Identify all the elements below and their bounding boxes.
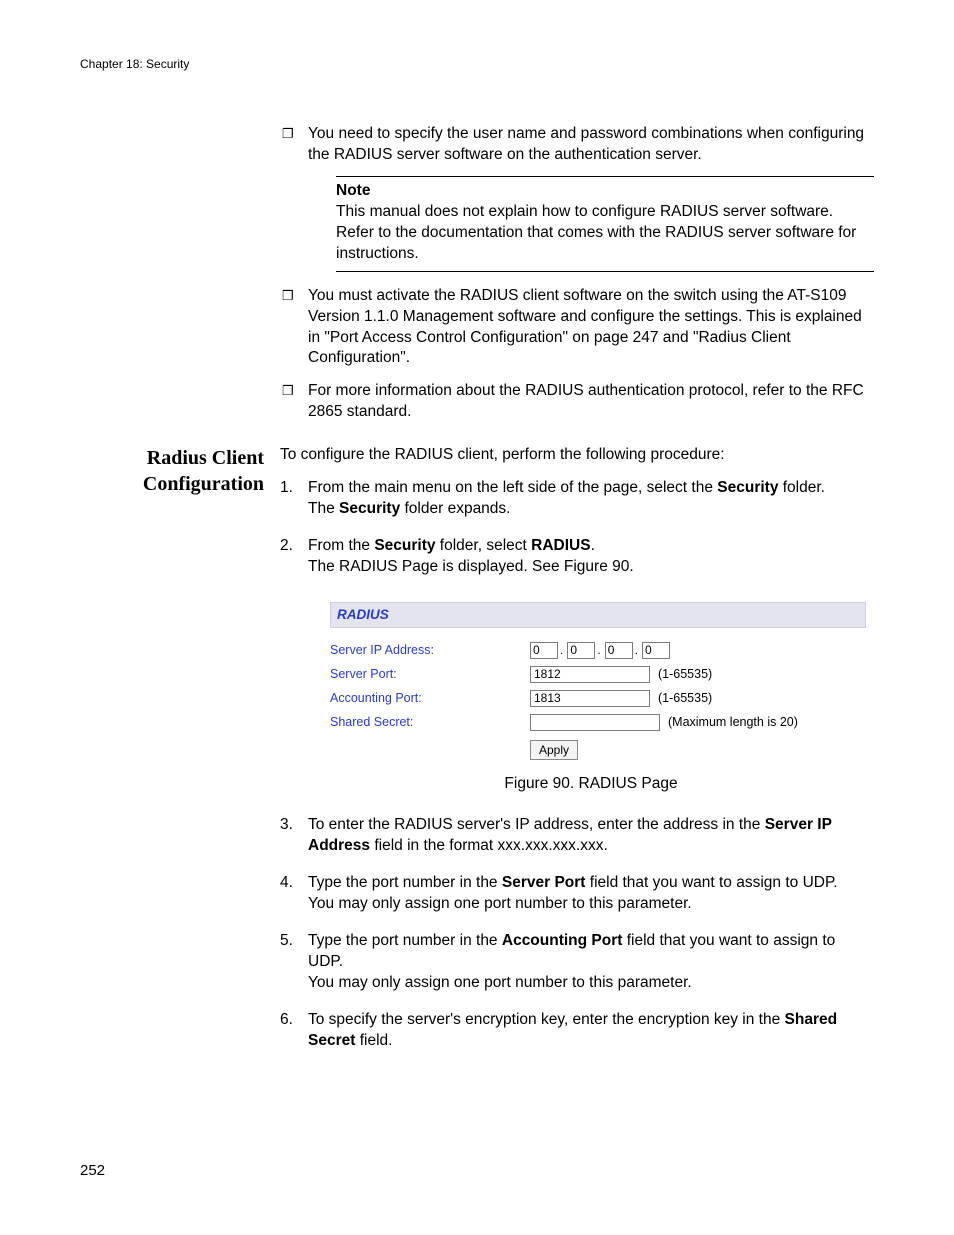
shared-secret-hint: (Maximum length is 20) bbox=[668, 714, 798, 731]
page: Chapter 18: Security You need to specify… bbox=[0, 0, 954, 1235]
server-port-label: Server Port: bbox=[330, 666, 530, 683]
dot-icon: . bbox=[560, 642, 565, 658]
step-2: From the Security folder, select RADIUS.… bbox=[280, 536, 874, 795]
accounting-port-input[interactable]: 1813 bbox=[530, 690, 650, 707]
bullet-item: For more information about the RADIUS au… bbox=[280, 381, 874, 423]
server-port-input[interactable]: 1812 bbox=[530, 666, 650, 683]
section-intro: To configure the RADIUS client, perform … bbox=[280, 445, 874, 466]
note-title: Note bbox=[336, 181, 874, 202]
figure-caption: Figure 90. RADIUS Page bbox=[308, 774, 874, 795]
page-number: 252 bbox=[80, 1161, 105, 1181]
bullet-item: You need to specify the user name and pa… bbox=[280, 124, 874, 272]
bullet-text: You need to specify the user name and pa… bbox=[308, 125, 864, 163]
step-1: From the main menu on the left side of t… bbox=[280, 478, 874, 520]
shared-secret-label: Shared Secret: bbox=[330, 714, 530, 731]
shared-secret-input[interactable] bbox=[530, 714, 660, 731]
section-heading: Radius Client Configuration bbox=[80, 445, 264, 497]
server-port-hint: (1-65535) bbox=[658, 666, 712, 683]
ip-octet-4[interactable]: 0 bbox=[642, 642, 670, 659]
step-5: Type the port number in the Accounting P… bbox=[280, 931, 874, 994]
figure-radius: RADIUS Server IP Address: 0. 0. 0. 0 bbox=[330, 602, 874, 760]
ip-octet-2[interactable]: 0 bbox=[567, 642, 595, 659]
accounting-port-hint: (1-65535) bbox=[658, 690, 712, 707]
note-body: This manual does not explain how to conf… bbox=[336, 202, 874, 265]
note-block: Note This manual does not explain how to… bbox=[336, 176, 874, 272]
running-header: Chapter 18: Security bbox=[80, 56, 874, 72]
step-6: To specify the server's encryption key, … bbox=[280, 1010, 874, 1052]
radius-panel-title: RADIUS bbox=[330, 602, 866, 628]
ip-octet-3[interactable]: 0 bbox=[605, 642, 633, 659]
server-ip-label: Server IP Address: bbox=[330, 642, 530, 659]
step-4: Type the port number in the Server Port … bbox=[280, 873, 874, 915]
ip-octet-1[interactable]: 0 bbox=[530, 642, 558, 659]
bullet-item: You must activate the RADIUS client soft… bbox=[280, 286, 874, 370]
apply-button[interactable]: Apply bbox=[530, 740, 578, 760]
accounting-port-label: Accounting Port: bbox=[330, 690, 530, 707]
dot-icon: . bbox=[635, 642, 640, 658]
step-3: To enter the RADIUS server's IP address,… bbox=[280, 815, 874, 857]
dot-icon: . bbox=[597, 642, 602, 658]
